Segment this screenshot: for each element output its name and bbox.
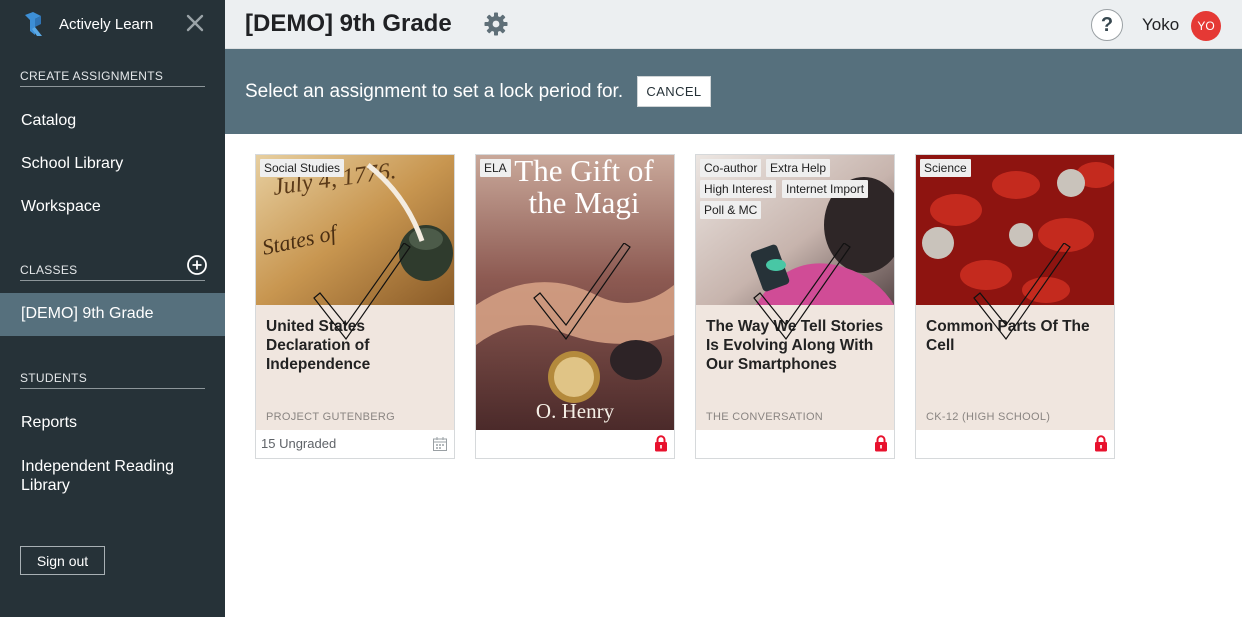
assignment-card-cell[interactable]: Science Common Parts Of The Cell CK-12 (… bbox=[915, 154, 1115, 459]
card-footer bbox=[696, 430, 894, 458]
page-title: [DEMO] 9th Grade bbox=[245, 10, 452, 37]
book-cover-title: The Gift of the Magi bbox=[514, 153, 654, 220]
lock-icon[interactable] bbox=[654, 435, 668, 452]
section-students: STUDENTS bbox=[20, 371, 205, 389]
section-create-assignments: CREATE ASSIGNMENTS bbox=[20, 69, 205, 87]
actively-learn-logo-icon bbox=[25, 12, 42, 36]
section-classes: CLASSES bbox=[20, 263, 205, 281]
gear-icon[interactable] bbox=[483, 11, 509, 37]
tag-internet-import: Internet Import bbox=[782, 180, 869, 198]
sign-out-button[interactable]: Sign out bbox=[20, 546, 105, 575]
assignment-card-gift-of-the-magi[interactable]: ELA The Gift of the Magi O. Henry bbox=[475, 154, 675, 459]
sidebar-item-school-library[interactable]: School Library bbox=[21, 155, 123, 173]
calendar-icon[interactable] bbox=[432, 436, 448, 452]
card-title: United States Declaration of Independenc… bbox=[266, 318, 371, 373]
card-source: PROJECT GUTENBERG bbox=[266, 411, 395, 423]
card-source: CK-12 (HIGH SCHOOL) bbox=[926, 411, 1051, 423]
banner-message: Select an assignment to set a lock perio… bbox=[245, 81, 624, 102]
tag-high-interest: High Interest bbox=[700, 180, 777, 198]
subject-tag: Social Studies bbox=[260, 159, 345, 177]
lock-period-banner: Select an assignment to set a lock perio… bbox=[225, 49, 1242, 134]
assignment-card-smartphones[interactable]: Co-author Extra Help High Interest Inter… bbox=[695, 154, 895, 459]
card-footer bbox=[476, 430, 674, 458]
sidebar-item-reports[interactable]: Reports bbox=[21, 414, 77, 432]
tag-poll-mc: Poll & MC bbox=[700, 201, 762, 219]
subject-tag: Science bbox=[920, 159, 971, 177]
ungraded-count: 15 Ungraded bbox=[261, 436, 337, 451]
sidebar-item-independent-reading-library[interactable]: Independent Reading Library bbox=[21, 457, 201, 495]
book-cover-author: O. Henry bbox=[535, 399, 615, 423]
card-thumbnail: July 4, 1776. States of bbox=[256, 155, 454, 305]
sidebar-item-label: [DEMO] 9th Grade bbox=[21, 305, 154, 322]
brand-name: Actively Learn bbox=[59, 15, 154, 33]
tag-co-author: Co-author bbox=[700, 159, 762, 177]
card-thumbnail bbox=[916, 155, 1114, 305]
card-info: The Way We Tell Stories Is Evolving Alon… bbox=[696, 305, 894, 430]
card-footer bbox=[916, 430, 1114, 458]
sidebar-item-demo-class[interactable]: [DEMO] 9th Grade bbox=[0, 293, 225, 336]
card-info: United States Declaration of Independenc… bbox=[256, 305, 454, 430]
assignment-card-declaration[interactable]: July 4, 1776. States of Social Studies U… bbox=[255, 154, 455, 459]
brand[interactable]: Actively Learn bbox=[22, 10, 153, 38]
user-name[interactable]: Yoko bbox=[1142, 15, 1179, 35]
cancel-button[interactable]: CANCEL bbox=[637, 76, 711, 107]
add-class-icon[interactable] bbox=[186, 254, 208, 276]
top-bar: [DEMO] 9th Grade ? Yoko YO bbox=[225, 0, 1242, 49]
sidebar: Actively Learn CREATE ASSIGNMENTS Catalo… bbox=[0, 0, 225, 617]
close-icon[interactable] bbox=[184, 12, 206, 34]
avatar[interactable]: YO bbox=[1191, 11, 1221, 41]
lock-icon[interactable] bbox=[874, 435, 888, 452]
card-title: Common Parts Of The Cell bbox=[926, 318, 1090, 354]
card-source: THE CONVERSATION bbox=[706, 411, 824, 423]
card-info: Common Parts Of The Cell CK-12 (HIGH SCH… bbox=[916, 305, 1114, 430]
help-button[interactable]: ? bbox=[1091, 9, 1123, 41]
sidebar-item-workspace[interactable]: Workspace bbox=[21, 198, 101, 216]
card-title: The Way We Tell Stories Is Evolving Alon… bbox=[706, 318, 884, 373]
tag-extra-help: Extra Help bbox=[766, 159, 831, 177]
card-footer: 15 Ungraded bbox=[256, 430, 454, 458]
lock-icon[interactable] bbox=[1094, 435, 1108, 452]
sidebar-item-catalog[interactable]: Catalog bbox=[21, 112, 76, 130]
card-thumbnail bbox=[696, 155, 894, 305]
